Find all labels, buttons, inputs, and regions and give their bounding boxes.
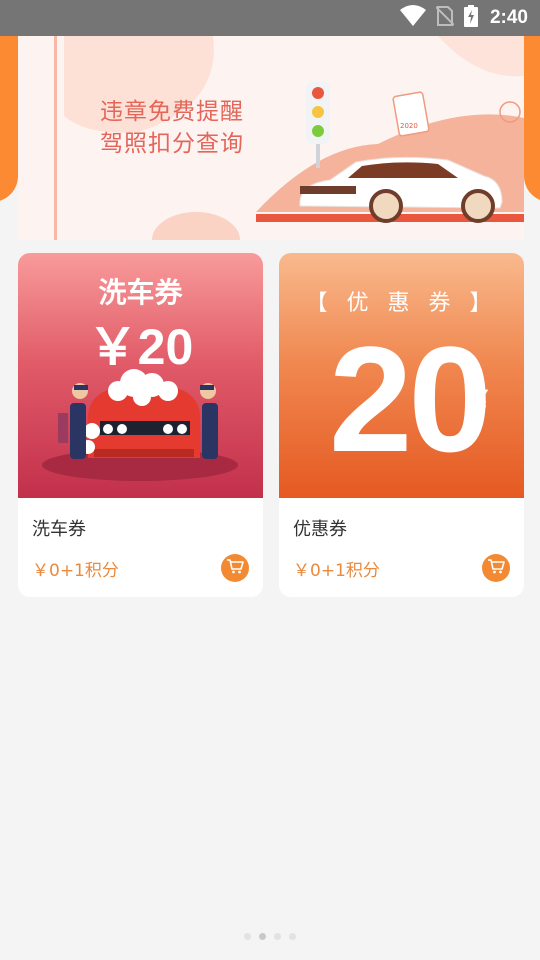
status-time: 2:40 [489,7,528,28]
banner-slide[interactable]: 2020 违章免费提醒 驾照扣分查询 [18,36,524,240]
product-name: 洗车券 [32,519,86,540]
banner-text: 违章免费提醒 驾照扣分查询 [100,96,244,160]
page-indicator [0,933,540,940]
status-icons: 2:40 [399,0,528,36]
banner-peek-left [0,36,18,202]
add-to-cart-button[interactable] [221,554,249,582]
product-price: ￥0+1积分 [32,561,119,581]
status-bar: 2:40 [0,0,540,36]
page-dot[interactable] [244,933,251,940]
product-card-coupon[interactable]: 【 优 惠 券 】 20 ￥ 优惠券 ￥0+1积分 [279,253,524,597]
no-sim-icon [435,5,455,31]
product-name: 优惠券 [293,519,347,540]
cart-icon [226,558,244,578]
battery-charging-icon [463,5,478,31]
banner-line-1: 违章免费提醒 [100,99,244,125]
add-to-cart-button[interactable] [482,554,510,582]
page-dot[interactable] [289,933,296,940]
banner-carousel[interactable]: 2020 违章免费提醒 驾照扣分查询 [0,36,540,240]
product-card-car-wash[interactable]: 洗车券 ￥20 洗车券 ￥0+1积分 [18,253,263,597]
wifi-icon [399,5,426,31]
banner-illustration: 2020 [18,36,524,240]
banner-plate-year: 2020 [400,122,418,130]
product-image-coupon: 【 优 惠 券 】 20 ￥ [279,253,524,498]
banner-peek-right [524,36,540,202]
product-image-car-wash: 洗车券 ￥20 [18,253,263,498]
image-title: 【 优 惠 券 】 [305,291,498,316]
page-dot-active[interactable] [259,933,266,940]
image-currency: ￥ [463,386,493,419]
page-dot[interactable] [274,933,281,940]
banner-line-2: 驾照扣分查询 [100,131,244,157]
car-wash-illustration [42,369,238,481]
cart-icon [487,558,505,578]
product-price: ￥0+1积分 [293,561,380,581]
